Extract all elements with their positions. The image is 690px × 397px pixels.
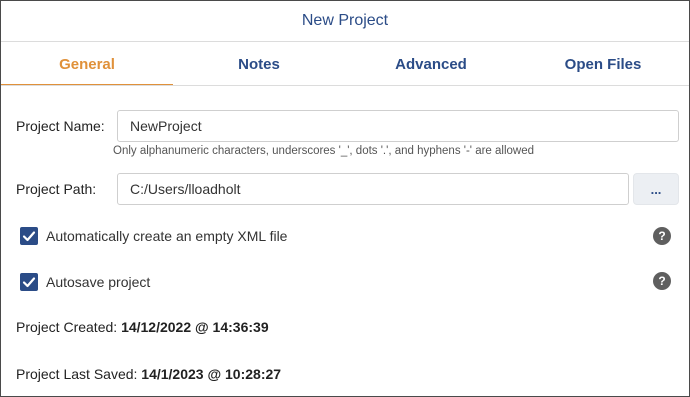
tab-open-files-label: Open Files — [564, 55, 642, 73]
auto-xml-label: Automatically create an empty XML file — [46, 228, 288, 244]
tab-general-label: General — [59, 55, 115, 73]
tab-advanced-label: Advanced — [395, 55, 467, 73]
help-icon[interactable]: ? — [653, 272, 671, 290]
project-created-label: Project Created: — [16, 319, 122, 335]
check-icon — [22, 231, 36, 242]
project-path-input[interactable] — [117, 173, 629, 205]
tab-bar: General Notes Advanced Open Files — [1, 42, 689, 86]
new-project-dialog: New Project General Notes Advanced Open … — [0, 0, 690, 397]
check-icon — [22, 277, 36, 288]
dialog-title: New Project — [301, 12, 389, 29]
auto-xml-option[interactable]: Automatically create an empty XML file — [20, 227, 287, 245]
tab-notes[interactable]: Notes — [173, 42, 345, 86]
help-icon[interactable]: ? — [653, 227, 671, 245]
tab-open-files[interactable]: Open Files — [517, 42, 689, 86]
project-last-saved-info: Project Last Saved: 14/1/2023 @ 10:28:27 — [16, 366, 281, 382]
autosave-option[interactable]: Autosave project — [20, 273, 150, 291]
project-path-label: Project Path: — [16, 181, 97, 197]
browse-path-button[interactable]: ... — [633, 173, 679, 205]
tab-advanced[interactable]: Advanced — [345, 42, 517, 86]
project-last-saved-label: Project Last Saved: — [16, 366, 142, 382]
dialog-title-bar: New Project — [1, 1, 689, 42]
tab-divider — [1, 85, 689, 86]
tab-notes-label: Notes — [238, 55, 280, 73]
autosave-label: Autosave project — [46, 274, 151, 290]
project-name-hint: Only alphanumeric characters, underscore… — [113, 145, 535, 157]
auto-xml-checkbox[interactable] — [20, 227, 38, 245]
project-created-info: Project Created: 14/12/2022 @ 14:36:39 — [16, 319, 269, 335]
autosave-checkbox[interactable] — [20, 273, 38, 291]
project-name-input[interactable] — [117, 110, 679, 142]
project-name-label: Project Name: — [16, 118, 105, 134]
project-last-saved-value: 14/1/2023 @ 10:28:27 — [141, 366, 282, 382]
project-created-value: 14/12/2022 @ 14:36:39 — [121, 319, 269, 335]
tab-general[interactable]: General — [1, 42, 173, 86]
